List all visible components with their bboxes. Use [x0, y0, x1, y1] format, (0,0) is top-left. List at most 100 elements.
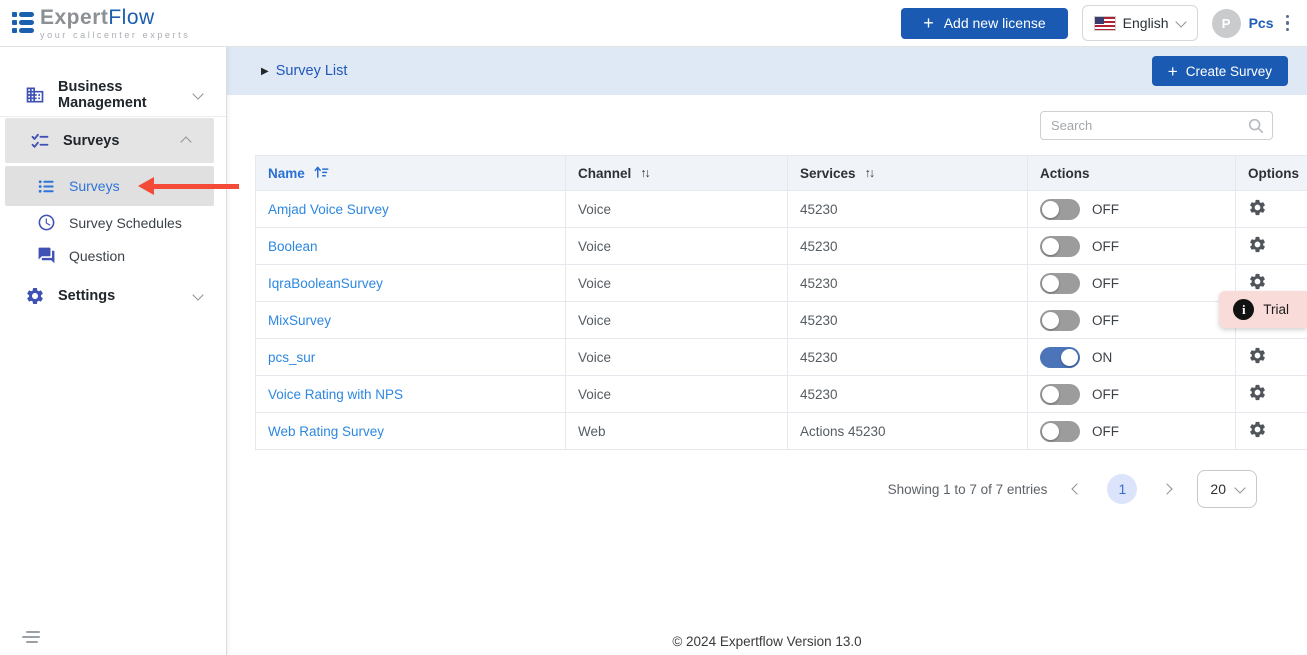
survey-toggle[interactable] [1040, 236, 1080, 257]
table-row: MixSurvey Voice 45230 OFF [256, 302, 1307, 339]
services-cell: 45230 [788, 228, 1028, 265]
services-cell: 45230 [788, 302, 1028, 339]
survey-toggle[interactable] [1040, 310, 1080, 331]
sidebar-item-settings[interactable]: Settings [0, 276, 226, 316]
row-options-gear-icon[interactable] [1248, 235, 1267, 254]
us-flag-icon [1095, 17, 1115, 30]
brand-name: ExpertFlow [40, 7, 190, 29]
services-cell: 45230 [788, 339, 1028, 376]
pagination: Showing 1 to 7 of 7 entries 1 20 [227, 470, 1257, 508]
channel-cell: Web [566, 413, 788, 450]
checklist-icon [29, 131, 51, 151]
table-row: pcs_sur Voice 45230 ON [256, 339, 1307, 376]
column-header-name[interactable]: Name [256, 156, 566, 191]
table-row: IqraBooleanSurvey Voice 45230 OFF [256, 265, 1307, 302]
survey-toggle[interactable] [1040, 384, 1080, 405]
services-cell: 45230 [788, 376, 1028, 413]
plus-icon: + [923, 14, 934, 32]
building-icon [24, 85, 46, 105]
channel-cell: Voice [566, 228, 788, 265]
toggle-state-label: OFF [1092, 202, 1119, 217]
toggle-state-label: ON [1092, 350, 1112, 365]
row-options-gear-icon[interactable] [1248, 346, 1267, 365]
toggle-state-label: OFF [1092, 387, 1119, 402]
kebab-menu-icon[interactable] [1282, 11, 1294, 36]
annotation-arrow-icon [153, 184, 239, 189]
table-row: Web Rating Survey Web Actions 45230 OFF [256, 413, 1307, 450]
breadcrumb[interactable]: ▶ Survey List [261, 63, 347, 79]
row-options-gear-icon[interactable] [1248, 198, 1267, 217]
expertflow-logo: ExpertFlow your callcenter experts [12, 7, 190, 40]
chat-icon [35, 246, 57, 265]
survey-toggle[interactable] [1040, 421, 1080, 442]
column-header-options: Options [1236, 156, 1307, 191]
survey-name-link[interactable]: Boolean [268, 239, 318, 254]
sort-both-icon: ↑↓ [640, 166, 649, 180]
survey-name-link[interactable]: Amjad Voice Survey [268, 202, 389, 217]
list-icon [35, 177, 57, 196]
toggle-state-label: OFF [1092, 424, 1119, 439]
footer-copyright: © 2024 Expertflow Version 13.0 [227, 634, 1307, 649]
table-row: Boolean Voice 45230 OFF [256, 228, 1307, 265]
table-header-row: Name Channel↑↓ Services↑↓ Actions [256, 156, 1307, 191]
survey-toggle[interactable] [1040, 273, 1080, 294]
survey-name-link[interactable]: IqraBooleanSurvey [268, 276, 383, 291]
prev-page-button[interactable] [1069, 481, 1085, 497]
app-header: ExpertFlow your callcenter experts + Add… [0, 0, 1307, 47]
toggle-state-label: OFF [1092, 276, 1119, 291]
channel-cell: Voice [566, 339, 788, 376]
services-cell: Actions 45230 [788, 413, 1028, 450]
channel-cell: Voice [566, 376, 788, 413]
breadcrumb-bar: ▶ Survey List + Create Survey [227, 47, 1307, 95]
sidebar-item-question[interactable]: Question [0, 239, 226, 272]
sidebar-item-survey-schedules[interactable]: Survey Schedules [0, 206, 226, 239]
survey-table-body: Amjad Voice Survey Voice 45230 OFF Boole… [256, 191, 1307, 450]
row-options-gear-icon[interactable] [1248, 272, 1267, 291]
column-header-actions: Actions [1028, 156, 1236, 191]
gear-icon [24, 286, 46, 306]
expertflow-logo-icon [12, 7, 34, 33]
survey-name-link[interactable]: Web Rating Survey [268, 424, 384, 439]
survey-name-link[interactable]: MixSurvey [268, 313, 331, 328]
create-survey-button[interactable]: + Create Survey [1152, 56, 1288, 86]
chevron-down-icon [1175, 16, 1186, 27]
plus-icon: + [1168, 63, 1178, 80]
clock-icon [35, 213, 57, 232]
row-options-gear-icon[interactable] [1248, 420, 1267, 439]
collapse-sidebar-icon[interactable] [18, 627, 44, 647]
sidebar-item-business-management[interactable]: Business Management [0, 75, 226, 115]
toggle-state-label: OFF [1092, 313, 1119, 328]
page-size-select[interactable]: 20 [1197, 470, 1257, 508]
survey-name-link[interactable]: pcs_sur [268, 350, 315, 365]
search-input[interactable] [1041, 112, 1272, 139]
next-page-button[interactable] [1159, 481, 1175, 497]
table-row: Amjad Voice Survey Voice 45230 OFF [256, 191, 1307, 228]
survey-toggle[interactable] [1040, 199, 1080, 220]
chevron-down-icon [192, 88, 203, 99]
sort-asc-icon [314, 165, 329, 182]
sidebar: Business Management Surveys Surveys Surv… [0, 47, 227, 655]
add-new-license-button[interactable]: + Add new license [901, 8, 1067, 39]
row-options-gear-icon[interactable] [1248, 383, 1267, 402]
column-header-channel[interactable]: Channel↑↓ [566, 156, 788, 191]
column-header-services[interactable]: Services↑↓ [788, 156, 1028, 191]
language-selector[interactable]: English [1082, 5, 1198, 41]
trial-badge[interactable]: i Trial [1219, 291, 1307, 328]
pagination-summary: Showing 1 to 7 of 7 entries [888, 482, 1048, 497]
chevron-down-icon [192, 289, 203, 300]
table-row: Voice Rating with NPS Voice 45230 OFF [256, 376, 1307, 413]
channel-cell: Voice [566, 265, 788, 302]
survey-toggle[interactable] [1040, 347, 1080, 368]
services-cell: 45230 [788, 191, 1028, 228]
avatar[interactable]: P [1212, 9, 1241, 38]
page-number-button[interactable]: 1 [1107, 474, 1137, 504]
sidebar-item-surveys-group[interactable]: Surveys [5, 118, 214, 163]
channel-cell: Voice [566, 302, 788, 339]
app-root: ExpertFlow your callcenter experts + Add… [0, 0, 1307, 655]
search-box [1040, 111, 1273, 140]
breadcrumb-marker-icon: ▶ [261, 66, 269, 77]
services-cell: 45230 [788, 265, 1028, 302]
info-icon: i [1233, 299, 1254, 320]
survey-name-link[interactable]: Voice Rating with NPS [268, 387, 403, 402]
survey-table: Name Channel↑↓ Services↑↓ Actions [255, 155, 1307, 450]
